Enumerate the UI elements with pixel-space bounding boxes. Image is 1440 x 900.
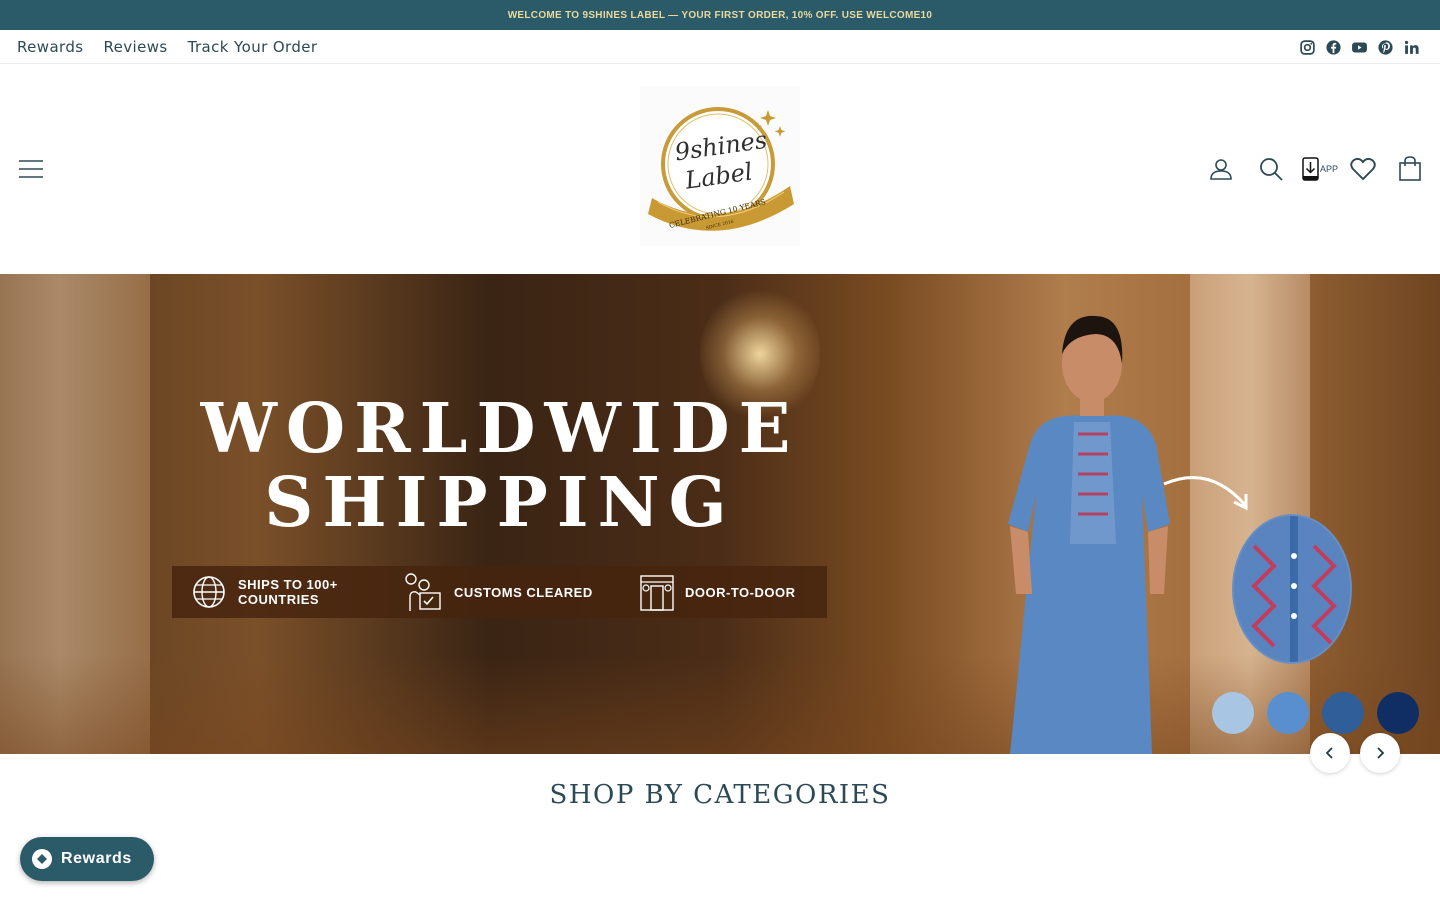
section-title: SHOP BY CATEGORIES: [549, 780, 891, 810]
facebook-icon[interactable]: [1325, 39, 1342, 56]
linkedin-icon[interactable]: [1403, 39, 1420, 56]
door-icon: [637, 572, 677, 612]
shipping-features-strip: SHIPS TO 100+ COUNTRIES CUSTOMS CLEARED …: [172, 566, 827, 618]
hero-title-line1: WORLDWIDE: [200, 389, 800, 469]
site-header: 9shines Label CELEBRATING 10 YEARS SINCE…: [0, 64, 1440, 274]
social-links: [1299, 30, 1420, 64]
feature-text: COUNTRIES: [238, 592, 320, 607]
arrow-decoration: [1160, 470, 1260, 520]
rewards-link[interactable]: Rewards: [17, 38, 83, 56]
model-image: [970, 294, 1190, 754]
rewards-floating-button[interactable]: Rewards: [20, 837, 154, 881]
color-swatch[interactable]: [1377, 692, 1419, 734]
color-swatch[interactable]: [1267, 692, 1309, 734]
hamburger-menu-icon[interactable]: [18, 158, 44, 180]
rewards-button-label: Rewards: [61, 850, 132, 867]
app-download-icon[interactable]: APP: [1302, 157, 1338, 181]
chevron-right-icon: [1374, 746, 1386, 760]
site-logo[interactable]: 9shines Label CELEBRATING 10 YEARS SINCE…: [640, 86, 800, 246]
carousel-prev-button[interactable]: [1310, 733, 1350, 773]
instagram-icon[interactable]: [1299, 39, 1316, 56]
app-label: APP: [1319, 164, 1338, 174]
announcement-text: WELCOME TO 9SHINES LABEL — YOUR FIRST OR…: [507, 9, 933, 21]
hero-title-line2: SHIPPING: [264, 463, 736, 543]
cart-icon[interactable]: [1398, 156, 1422, 182]
carousel-next-button[interactable]: [1360, 733, 1400, 773]
hero-title: WORLDWIDE SHIPPING: [180, 392, 820, 540]
feature-customs-cleared: CUSTOMS CLEARED: [402, 566, 637, 618]
utility-links: Rewards Reviews Track Your Order: [17, 30, 317, 64]
color-swatch[interactable]: [1322, 692, 1364, 734]
feature-text: DOOR-TO-DOOR: [685, 584, 796, 600]
hero-banner[interactable]: WORLDWIDE SHIPPING SHIPS TO 100+ COUNTRI…: [0, 274, 1440, 754]
youtube-icon[interactable]: [1351, 39, 1368, 56]
fabric-detail-zoom: [1232, 514, 1352, 664]
chevron-left-icon: [1324, 746, 1336, 760]
color-swatch[interactable]: [1212, 692, 1254, 734]
reviews-link[interactable]: Reviews: [103, 38, 167, 56]
track-order-link[interactable]: Track Your Order: [188, 38, 318, 56]
announcement-bar: WELCOME TO 9SHINES LABEL — YOUR FIRST OR…: [0, 0, 1440, 30]
header-icons: APP: [1208, 154, 1422, 184]
account-icon[interactable]: [1208, 156, 1234, 182]
customs-icon: [402, 571, 444, 613]
utility-nav: Rewards Reviews Track Your Order: [0, 30, 1440, 64]
feature-ships-worldwide: SHIPS TO 100+ COUNTRIES: [172, 566, 402, 618]
globe-icon: [192, 575, 226, 609]
rewards-icon: [32, 849, 52, 869]
color-swatches: [1212, 692, 1419, 734]
feature-text: SHIPS TO 100+: [238, 577, 338, 592]
pinterest-icon[interactable]: [1377, 39, 1394, 56]
feature-door-to-door: DOOR-TO-DOOR: [637, 566, 827, 618]
feature-text: CUSTOMS CLEARED: [454, 584, 593, 600]
wishlist-icon[interactable]: [1350, 157, 1376, 181]
search-icon[interactable]: [1258, 156, 1284, 182]
